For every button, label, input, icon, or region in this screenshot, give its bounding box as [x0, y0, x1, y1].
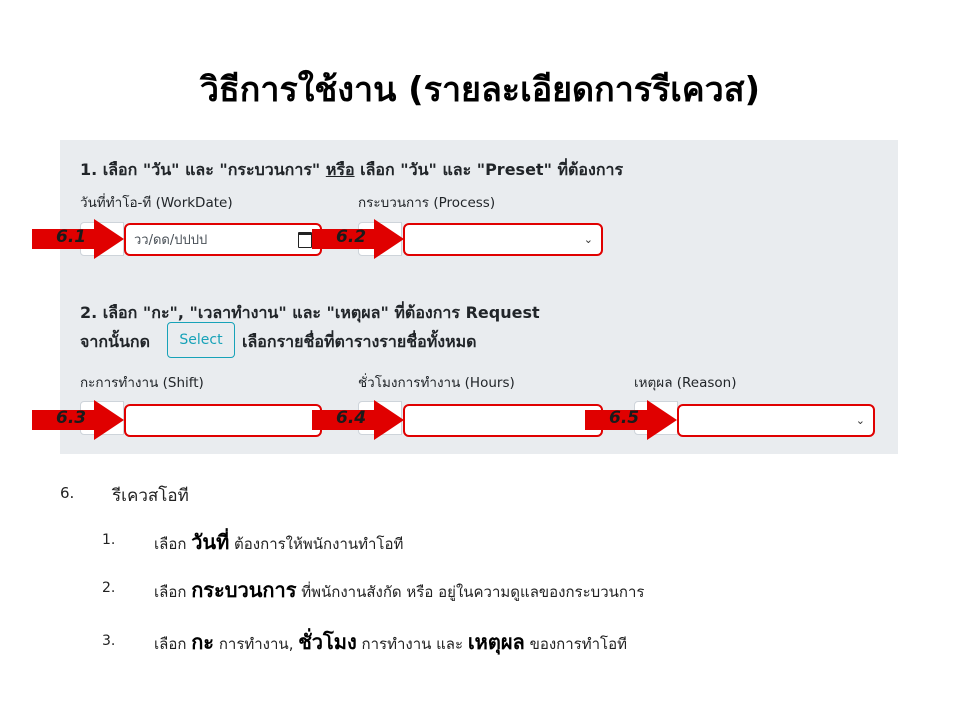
step1-or: หรือ — [325, 160, 355, 179]
arrow-6-5: 6.5 — [585, 400, 677, 440]
workdate-placeholder: วว/ดด/ปปปป — [134, 233, 208, 248]
note-number-3: 3. — [102, 633, 116, 649]
hours-select[interactable] — [403, 404, 603, 437]
note-3-term-shift: กะ — [191, 630, 215, 654]
step2-line2-post: เลือกรายชื่อที่ตารางรายชื่อทั้งหมด — [242, 332, 477, 351]
note-item-2: เลือก กระบวนการ ที่พนักงานสังกัด หรือ อย… — [154, 574, 644, 606]
note-2-c: ที่พนักงานสังกัด หรือ อยู่ในความดูแลของก… — [296, 583, 645, 601]
reason-select[interactable]: ⌄ — [677, 404, 875, 437]
note-3-term-reason: เหตุผล — [467, 630, 525, 654]
note-1-c: ต้องการให้พนักงานทำโอที — [229, 535, 404, 553]
note-2-term: กระบวนการ — [191, 578, 297, 602]
note-1-term: วันที่ — [191, 530, 230, 554]
note-3-term-hours: ชั่วโมง — [298, 630, 357, 654]
calendar-icon[interactable] — [298, 231, 312, 248]
arrow-label-6-5: 6.5 — [609, 408, 640, 428]
note-2-a: เลือก — [154, 583, 192, 601]
step1-instruction: 1. เลือก "วัน" และ "กระบวนการ" หรือ เลือ… — [80, 158, 623, 183]
note-number-2: 2. — [102, 580, 116, 596]
note-item-1: เลือก วันที่ ต้องการให้พนักงานทำโอที — [154, 526, 403, 558]
arrow-label-6-2: 6.2 — [336, 227, 367, 247]
arrow-6-4: 6.4 — [312, 400, 404, 440]
shift-select[interactable] — [124, 404, 322, 437]
note-3-c: การทำงาน, — [214, 635, 299, 653]
note-3-g: ของการทำโอที — [524, 635, 627, 653]
step2-line2-pre: จากนั้นกด — [80, 332, 150, 351]
note-1-a: เลือก — [154, 535, 192, 553]
arrow-6-2: 6.2 — [312, 219, 404, 259]
chevron-down-icon: ⌄ — [855, 414, 865, 427]
step1-text-pre: 1. เลือก "วัน" และ "กระบวนการ" — [80, 160, 326, 179]
workdate-label: วันที่ทำโอ-ที (WorkDate) — [80, 195, 233, 211]
process-select[interactable]: ⌄ — [403, 223, 603, 256]
chevron-down-icon: ⌄ — [583, 233, 593, 246]
workdate-input[interactable]: วว/ดด/ปปปป — [124, 223, 322, 256]
note-3-a: เลือก — [154, 635, 192, 653]
arrow-label-6-1: 6.1 — [56, 227, 87, 247]
reason-label: เหตุผล (Reason) — [634, 375, 737, 391]
hours-label: ชั่วโมงการทำงาน (Hours) — [358, 375, 515, 391]
arrow-6-3: 6.3 — [32, 400, 124, 440]
arrow-6-1: 6.1 — [32, 219, 124, 259]
notes-heading-number: 6. — [60, 484, 75, 502]
step2-instruction: 2. เลือก "กะ", "เวลาทำงาน" และ "เหตุผล" … — [80, 303, 540, 322]
process-label: กระบวนการ (Process) — [358, 195, 496, 211]
arrow-label-6-4: 6.4 — [336, 408, 367, 428]
note-number-1: 1. — [102, 532, 116, 548]
select-button[interactable]: Select — [167, 322, 235, 358]
note-3-e: การทำงาน และ — [356, 635, 468, 653]
step1-text-post: เลือก "วัน" และ "Preset" ที่ต้องการ — [354, 160, 624, 179]
arrow-label-6-3: 6.3 — [56, 408, 87, 428]
shift-label: กะการทำงาน (Shift) — [80, 375, 204, 391]
note-item-3: เลือก กะ การทำงาน, ชั่วโมง การทำงาน และ … — [154, 626, 627, 658]
notes-heading: รีเควสโอที — [112, 486, 189, 506]
slide-title: วิธีการใช้งาน (รายละเอียดการรีเควส) — [199, 70, 761, 110]
